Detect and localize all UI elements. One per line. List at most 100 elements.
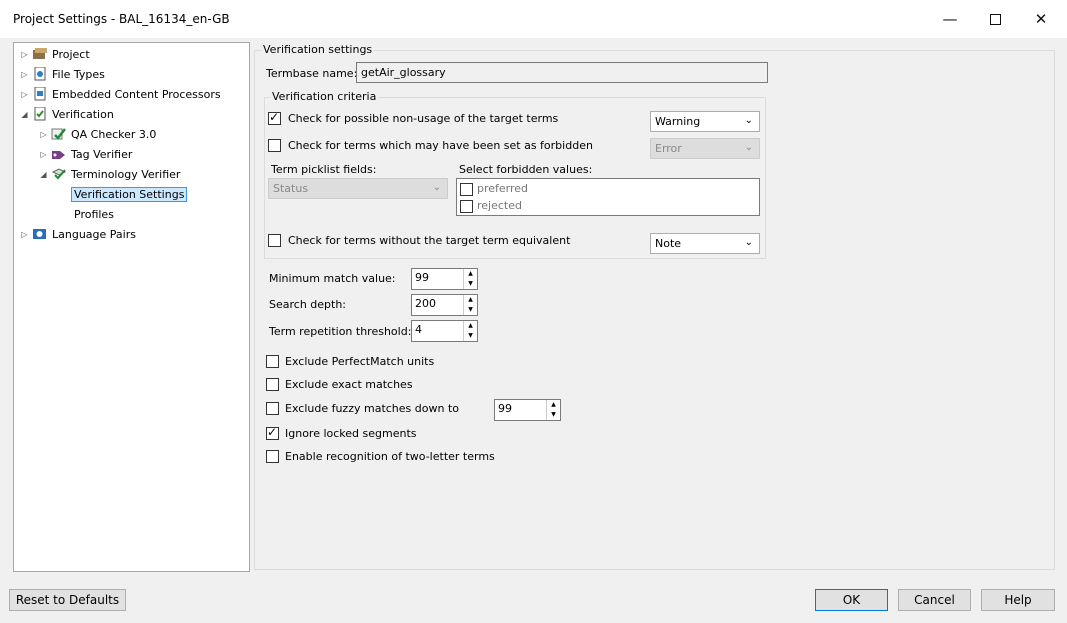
exclude-exact-checkbox[interactable]: [266, 378, 279, 391]
forbidden-severity-dropdown: Error ⌄: [650, 138, 760, 159]
expand-icon[interactable]: ▷: [20, 90, 29, 99]
expand-icon[interactable]: ▷: [20, 70, 29, 79]
tree-item-label: Embedded Content Processors: [52, 87, 221, 101]
embedded-content-icon: [34, 87, 46, 101]
rejected-checkbox[interactable]: [460, 200, 473, 213]
spin-up-icon[interactable]: ▲: [464, 321, 477, 331]
tree-item-label: Project: [52, 47, 90, 61]
ok-button[interactable]: OK: [815, 589, 888, 611]
tree-item-embedded-content[interactable]: ▷ Embedded Content Processors: [20, 85, 221, 103]
collapse-icon[interactable]: ◢: [20, 110, 29, 119]
file-settings-icon: [34, 67, 46, 81]
spin-down-icon[interactable]: ▼: [464, 305, 477, 315]
expand-icon[interactable]: ▷: [39, 150, 48, 159]
rejected-label: rejected: [477, 199, 522, 212]
spin-down-icon[interactable]: ▼: [547, 410, 560, 420]
tree-item-label: QA Checker 3.0: [71, 127, 157, 141]
no-equivalent-severity-dropdown[interactable]: Note ⌄: [650, 233, 760, 254]
no-equivalent-label: Check for terms without the target term …: [288, 234, 571, 247]
non-usage-severity-dropdown[interactable]: Warning ⌄: [650, 111, 760, 132]
spinner-value: 99: [498, 402, 512, 415]
close-icon: ✕: [1034, 10, 1048, 28]
cancel-button[interactable]: Cancel: [898, 589, 971, 611]
tree-item-label: Language Pairs: [52, 227, 136, 241]
tree-item-profiles[interactable]: Profiles: [74, 205, 114, 223]
button-label: Help: [1004, 593, 1032, 607]
non-usage-label: Check for possible non-usage of the targ…: [288, 112, 559, 125]
two-letter-checkbox[interactable]: [266, 450, 279, 463]
chevron-down-icon: ⌄: [744, 237, 753, 248]
exclude-exact-label: Exclude exact matches: [285, 378, 413, 391]
help-button[interactable]: Help: [981, 589, 1055, 611]
ignore-locked-checkbox[interactable]: [266, 425, 279, 440]
search-depth-label: Search depth:: [269, 298, 347, 311]
maximize-button[interactable]: [972, 0, 1018, 38]
tree-item-verification[interactable]: ◢ Verification: [20, 105, 114, 123]
chevron-down-icon: ⌄: [432, 182, 441, 193]
spin-up-icon[interactable]: ▲: [464, 269, 477, 279]
spin-down-icon[interactable]: ▼: [464, 331, 477, 341]
repetition-label: Term repetition threshold:: [269, 325, 412, 338]
criteria-title: Verification criteria: [270, 90, 379, 103]
maximize-icon: [989, 13, 1001, 25]
tree-item-label: Terminology Verifier: [71, 167, 181, 181]
tree-item-project[interactable]: ▷ Project: [20, 45, 90, 63]
settings-panel: Verification settings Termbase name: get…: [254, 42, 1055, 570]
min-match-label: Minimum match value:: [269, 272, 396, 285]
termbase-label: Termbase name:: [266, 67, 358, 80]
tag-icon: [52, 151, 65, 159]
exclude-fuzzy-spinner[interactable]: 99 ▲ ▼: [494, 399, 561, 421]
repetition-spinner[interactable]: 4 ▲ ▼: [411, 320, 478, 342]
picklist-dropdown: Status ⌄: [268, 178, 448, 199]
project-icon: [33, 48, 47, 59]
tree-item-qa-checker[interactable]: ▷ QA Checker 3.0: [39, 125, 156, 143]
expand-icon[interactable]: ▷: [20, 230, 29, 239]
ignore-locked-label: Ignore locked segments: [285, 427, 417, 440]
tree-item-language-pairs[interactable]: ▷ Language Pairs: [20, 225, 136, 243]
tree-item-terminology-verifier[interactable]: ◢ Terminology Verifier: [39, 165, 180, 183]
collapse-icon[interactable]: ◢: [39, 170, 48, 179]
picklist-label: Term picklist fields:: [271, 163, 377, 176]
minimize-icon: —: [942, 10, 958, 28]
dropdown-value: Status: [273, 182, 309, 195]
forbidden-values-list: preferred rejected: [456, 178, 760, 216]
title-bar: Project Settings - BAL_16134_en-GB — ✕: [0, 0, 1067, 38]
spinner-value: 4: [415, 323, 422, 336]
button-label: Reset to Defaults: [15, 593, 120, 607]
spin-up-icon[interactable]: ▲: [464, 295, 477, 305]
termbase-field[interactable]: getAir_glossary: [356, 62, 768, 83]
button-label: OK: [842, 593, 861, 607]
forbidden-checkbox[interactable]: [268, 139, 281, 152]
spin-down-icon[interactable]: ▼: [464, 279, 477, 289]
preferred-checkbox[interactable]: [460, 183, 473, 196]
expand-icon[interactable]: ▷: [20, 50, 29, 59]
dropdown-value: Warning: [655, 115, 701, 128]
exclude-perfect-checkbox[interactable]: [266, 355, 279, 368]
tree-item-file-types[interactable]: ▷ File Types: [20, 65, 105, 83]
no-equivalent-checkbox[interactable]: [268, 234, 281, 247]
min-match-spinner[interactable]: 99 ▲ ▼: [411, 268, 478, 290]
forbidden-values-label: Select forbidden values:: [459, 163, 593, 176]
settings-tree: ▷ Project ▷ File Types ▷ Embedded Conten…: [13, 42, 250, 572]
tree-item-verification-settings[interactable]: Verification Settings: [71, 185, 188, 203]
reset-defaults-button[interactable]: Reset to Defaults: [9, 589, 126, 611]
forbidden-label: Check for terms which may have been set …: [288, 139, 593, 152]
tree-item-label: Profiles: [74, 207, 114, 221]
tree-item-label: Tag Verifier: [71, 147, 133, 161]
tree-item-label: Verification: [52, 107, 114, 121]
chevron-down-icon: ⌄: [744, 115, 753, 126]
non-usage-checkbox[interactable]: [268, 110, 281, 125]
spin-up-icon[interactable]: ▲: [547, 400, 560, 410]
exclude-fuzzy-checkbox[interactable]: [266, 402, 279, 415]
spinner-value: 200: [415, 297, 436, 310]
tree-item-label: File Types: [52, 67, 105, 81]
search-depth-spinner[interactable]: 200 ▲ ▼: [411, 294, 478, 316]
dropdown-value: Note: [655, 237, 682, 250]
tree-item-tag-verifier[interactable]: ▷ Tag Verifier: [39, 145, 132, 163]
language-pairs-icon: [33, 229, 46, 239]
expand-icon[interactable]: ▷: [39, 130, 48, 139]
button-label: Cancel: [914, 593, 955, 607]
minimize-button[interactable]: —: [927, 0, 973, 38]
close-button[interactable]: ✕: [1018, 0, 1064, 38]
chevron-down-icon: ⌄: [744, 142, 753, 153]
